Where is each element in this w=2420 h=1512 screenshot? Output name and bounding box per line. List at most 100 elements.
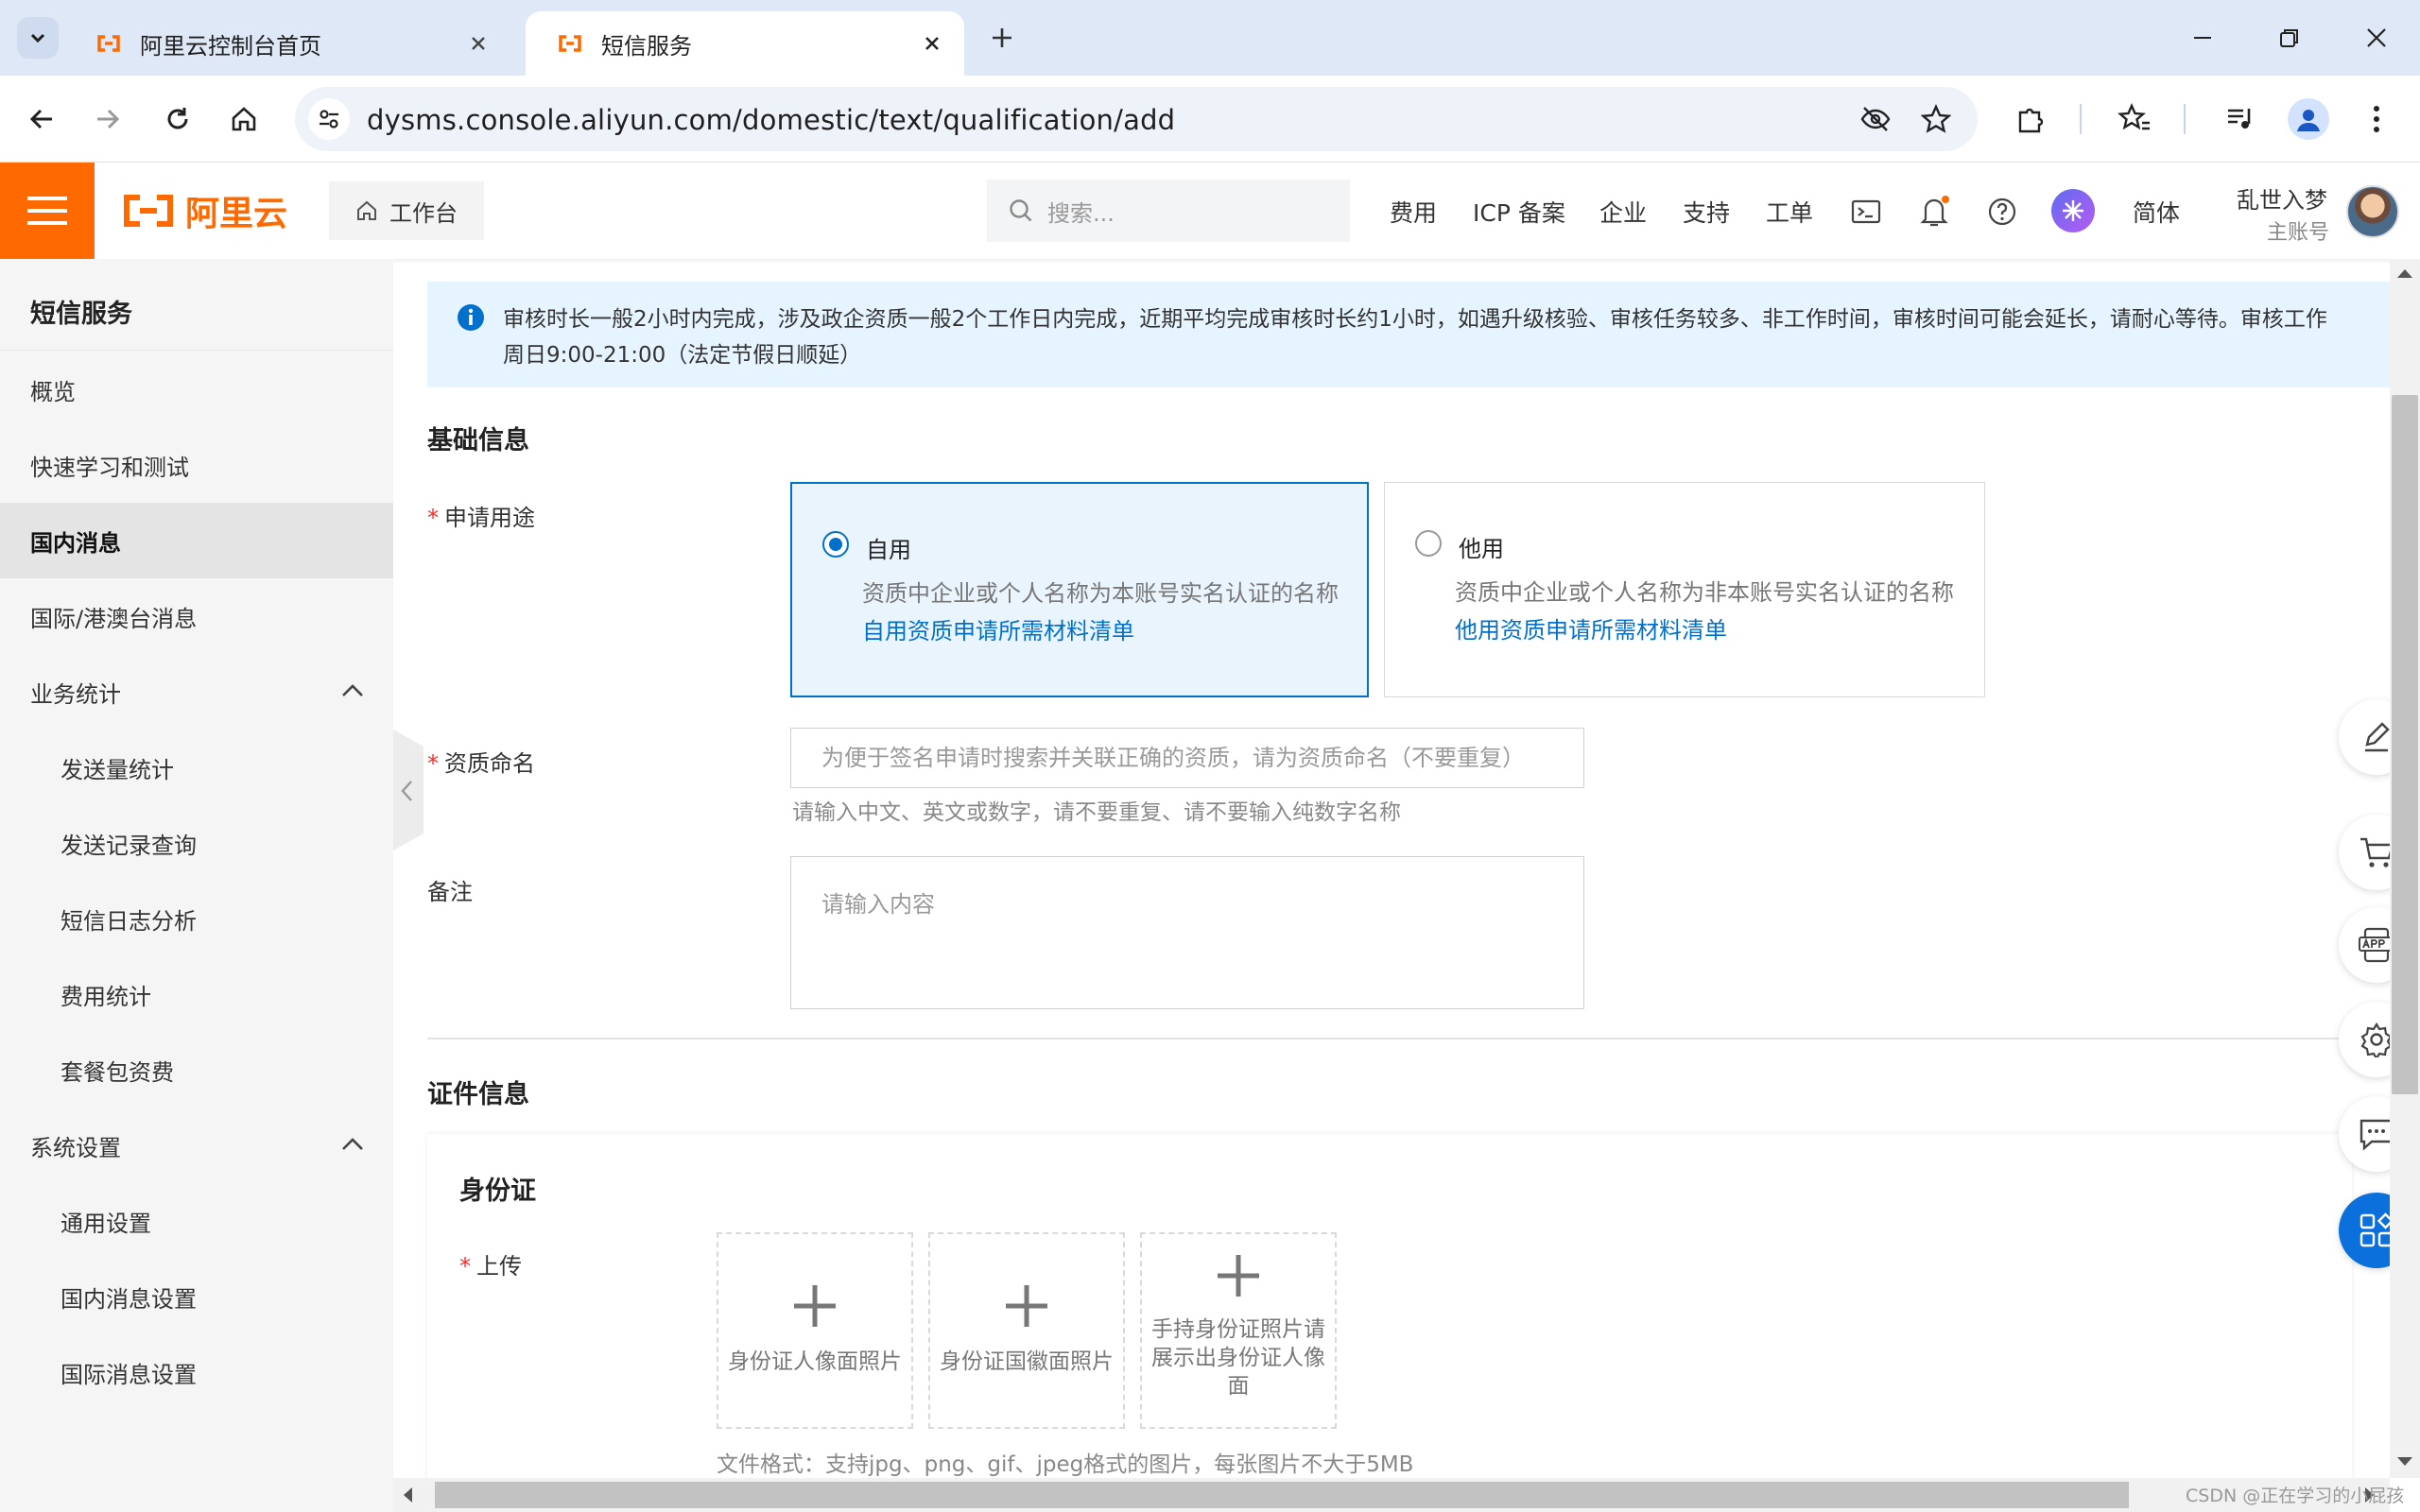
aliyun-logo-icon [124,195,173,227]
ai-assistant-button[interactable] [2051,189,2095,232]
sidebar-item-package-pricing[interactable]: 套餐包资费 [0,1032,393,1108]
help-icon [1988,198,2016,226]
sidebar-item-send-volume[interactable]: 发送量统计 [0,730,393,805]
required-mark: * [427,505,439,531]
terminal-icon [1851,199,1881,224]
console-header: 阿里云 工作台 搜索... 费用 ICP 备案 企业 支持 工单 简体 乱世入梦… [0,163,2420,259]
extensions-button[interactable] [2010,98,2051,140]
sidebar-item-label: 国内消息设置 [60,1285,197,1313]
chevron-left-icon [401,781,412,801]
watermark: CSDN @正在学习的小屁孩 [2186,1486,2405,1506]
new-tab-button[interactable] [981,17,1023,59]
vertical-scrollbar-thumb[interactable] [2392,395,2418,1094]
section-title-basic: 基础信息 [427,426,529,455]
horizontal-scrollbar-thumb[interactable] [435,1482,2129,1508]
chevron-up-icon [342,684,363,696]
scroll-left-arrow-icon[interactable] [401,1486,414,1504]
restore-button[interactable] [2269,17,2310,59]
nav-support[interactable]: 支持 [1683,195,1730,229]
sidebar-item-send-records[interactable]: 发送记录查询 [0,805,393,881]
site-info-button[interactable] [308,98,350,140]
option-title: 他用 [1459,536,1504,562]
radio-button-checked[interactable] [822,531,849,558]
sidebar-divider [0,350,393,351]
nav-ticket[interactable]: 工单 [1766,195,1813,229]
purpose-option-self[interactable]: 自用 资质中企业或个人名称为本账号实名认证的名称 自用资质申请所需材料清单 [790,482,1369,697]
back-button[interactable] [21,98,62,140]
browser-tab-sms-service[interactable]: 短信服务 [526,11,964,76]
help-button[interactable] [1981,191,2023,232]
tracking-protection-button[interactable] [1855,98,1896,140]
sidebar-item-label: 套餐包资费 [60,1058,174,1086]
forward-button[interactable] [87,98,129,140]
aliyun-logo[interactable]: 阿里云 [121,191,287,233]
browser-tab-strip: 阿里云控制台首页 短信服务 [0,0,2420,76]
menu-toggle-button[interactable] [0,163,95,259]
tune-icon [320,110,338,129]
cloud-shell-button[interactable] [1845,191,1887,232]
plus-icon [1218,1255,1259,1297]
purpose-option-other[interactable]: 他用 资质中企业或个人名称为非本账号实名认证的名称 他用资质申请所需材料清单 [1384,482,1985,697]
close-window-button[interactable] [2356,17,2397,59]
remark-label: 备注 [427,879,473,905]
media-control-button[interactable] [2220,98,2261,140]
materials-list-link[interactable]: 他用资质申请所需材料清单 [1455,611,1727,644]
scroll-up-arrow-icon[interactable] [2395,266,2414,280]
language-switch[interactable]: 简体 [2133,195,2180,229]
sidebar-item-cost-stats[interactable]: 费用统计 [0,956,393,1032]
browser-tab-aliyun-home[interactable]: 阿里云控制台首页 [76,11,510,76]
toolbar-separator [2184,104,2186,134]
favorites-button[interactable] [2114,98,2155,140]
workbench-button[interactable]: 工作台 [329,181,484,240]
remark-textarea[interactable]: 请输入内容 [790,856,1584,1009]
avatar[interactable] [2346,185,2399,238]
sidebar-item-general-settings[interactable]: 通用设置 [0,1183,393,1259]
minimize-button[interactable] [2182,17,2223,59]
sidebar-item-domestic[interactable]: 国内消息 [0,503,393,578]
nav-enterprise[interactable]: 企业 [1599,195,1647,229]
close-icon[interactable] [467,32,490,55]
notifications-button[interactable] [1913,191,1955,232]
edit-icon [2365,722,2390,752]
more-vertical-icon [2374,106,2379,132]
nav-icp[interactable]: ICP 备案 [1473,195,1565,229]
sidebar-item-label: 快速学习和测试 [30,454,189,481]
sidebar-collapse-handle[interactable] [393,730,424,850]
sidebar-group-stats[interactable]: 业务统计 [0,654,393,730]
sidebar-item-label: 概览 [30,378,76,405]
profile-icon [2297,110,2320,131]
user-name[interactable]: 乱世入梦 [2237,181,2327,215]
close-icon[interactable] [921,32,943,55]
qualification-name-input[interactable]: 为便于签名申请时搜索并关联正确的资质，请为资质命名（不要重复） [790,728,1584,788]
sidebar-item-log-analysis[interactable]: 短信日志分析 [0,881,393,956]
browser-menu-button[interactable] [2356,98,2397,140]
materials-list-link[interactable]: 自用资质申请所需材料清单 [862,612,1134,645]
sidebar-item-domestic-settings[interactable]: 国内消息设置 [0,1259,393,1334]
url-text[interactable]: dysms.console.aliyun.com/domestic/text/q… [367,104,1175,136]
sidebar-item-overview[interactable]: 概览 [0,352,393,427]
radio-button[interactable] [1415,530,1442,557]
sparkle-icon [2063,200,2083,221]
upload-idcard-back[interactable]: 身份证国徽面照片 [928,1232,1125,1429]
scroll-down-arrow-icon[interactable] [2395,1455,2414,1469]
sidebar-item-label: 费用统计 [60,983,151,1010]
upload-idcard-handheld[interactable]: 手持身份证照片请展示出身份证人像面 [1140,1232,1337,1429]
notice-text-line1: 审核时长一般2小时内完成，涉及政企资质一般2个工作日内完成，近期平均完成审核时长… [503,307,2327,332]
tab-search-button[interactable] [17,17,59,59]
profile-button[interactable] [2288,98,2329,140]
sidebar-group-settings[interactable]: 系统设置 [0,1108,393,1183]
sidebar-item-international[interactable]: 国际/港澳台消息 [0,578,393,654]
upload-caption: 身份证国徽面照片 [940,1349,1114,1374]
console-search-input[interactable]: 搜索... [987,180,1350,242]
upload-idcard-front[interactable]: 身份证人像面照片 [717,1232,913,1429]
qualification-name-label-text: 资质命名 [444,750,535,777]
arrow-right-icon [97,109,120,129]
home-button[interactable] [223,98,265,140]
sidebar-item-international-settings[interactable]: 国际消息设置 [0,1334,393,1410]
reload-button[interactable] [157,98,199,140]
bookmark-star-button[interactable] [1915,98,1957,140]
sidebar-item-quickstart[interactable]: 快速学习和测试 [0,427,393,503]
nav-fees[interactable]: 费用 [1390,195,1437,229]
address-bar[interactable]: dysms.console.aliyun.com/domestic/text/q… [295,87,1978,151]
browser-toolbar: dysms.console.aliyun.com/domestic/text/q… [0,76,2420,163]
